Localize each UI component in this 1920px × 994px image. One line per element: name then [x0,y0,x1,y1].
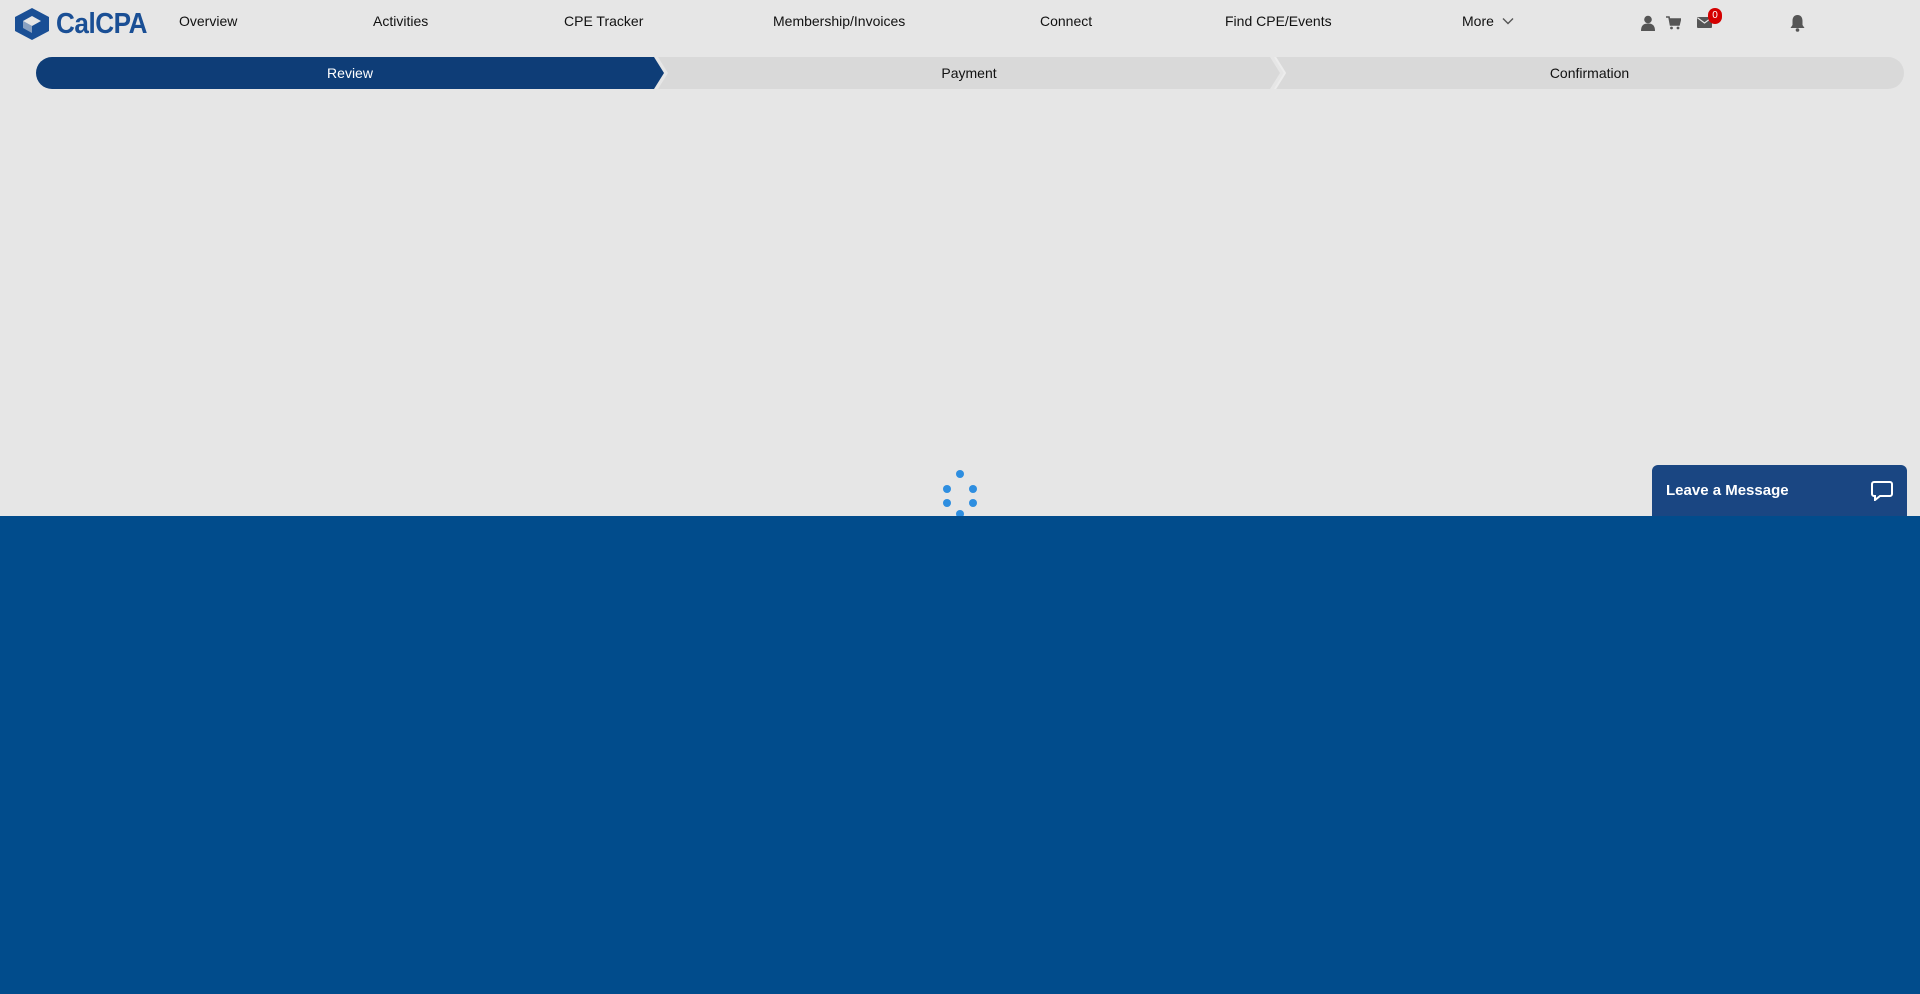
spinner-dot [943,499,951,507]
step-confirmation-label: Confirmation [1549,65,1630,81]
step-payment[interactable]: Payment [658,57,1280,89]
spinner-dot [969,485,977,493]
nav-membership-invoices[interactable]: Membership/Invoices [773,13,905,29]
nav-more-dropdown[interactable]: More [1462,13,1514,29]
user-icon[interactable] [1641,15,1655,31]
step-payment-label: Payment [941,65,997,81]
checkout-stepper: Review Payment Confirmation [36,57,1904,89]
chat-bubble-icon [1871,480,1893,501]
chevron-down-icon [1502,18,1514,25]
nav-activities[interactable]: Activities [373,13,428,29]
nav-overview[interactable]: Overview [179,13,237,29]
checkout-page: CalCPA Overview Activities CPE Tracker M… [0,0,1920,994]
footer [0,516,1920,994]
nav-more-label: More [1462,13,1494,29]
nav-connect[interactable]: Connect [1040,13,1092,29]
calcpa-logo[interactable]: CalCPA [14,7,157,41]
leave-a-message-button[interactable]: Leave a Message [1652,465,1907,516]
calcpa-logo-icon [15,8,49,40]
spinner-dot [956,470,964,478]
nav-cpe-tracker[interactable]: CPE Tracker [564,13,643,29]
step-separator [1274,57,1286,89]
spinner-dot [943,485,951,493]
step-confirmation[interactable]: Confirmation [1275,57,1904,89]
logo-text: CalCPA [56,7,148,40]
chat-label: Leave a Message [1666,482,1789,499]
loading-spinner [940,468,980,518]
nav-find-cpe-events[interactable]: Find CPE/Events [1225,13,1332,29]
step-review-label: Review [327,65,373,81]
mail-badge-count: 0 [1708,8,1722,24]
step-review[interactable]: Review [36,57,664,89]
spinner-dot [969,499,977,507]
cart-icon[interactable] [1666,16,1681,30]
bell-icon[interactable] [1789,14,1806,32]
top-navigation: CalCPA Overview Activities CPE Tracker M… [0,0,1920,44]
